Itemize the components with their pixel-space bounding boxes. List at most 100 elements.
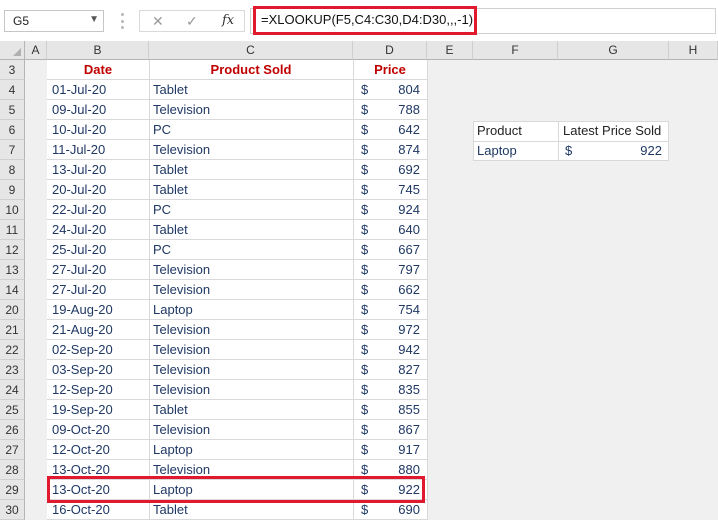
column-header-c[interactable]: C: [149, 41, 353, 60]
date-cell[interactable]: 27-Jul-20: [52, 260, 106, 280]
price-cell[interactable]: 667: [380, 240, 420, 260]
row-header-29[interactable]: 29: [0, 480, 25, 500]
row-header-22[interactable]: 22: [0, 340, 25, 360]
row-header-26[interactable]: 26: [0, 420, 25, 440]
date-cell[interactable]: 01-Jul-20: [52, 80, 106, 100]
row-header-10[interactable]: 10: [0, 200, 25, 220]
date-cell[interactable]: 02-Sep-20: [52, 340, 113, 360]
date-cell[interactable]: 24-Jul-20: [52, 220, 106, 240]
price-cell[interactable]: 804: [380, 80, 420, 100]
product-cell[interactable]: Tablet: [153, 500, 188, 520]
product-cell[interactable]: Television: [153, 360, 210, 380]
date-cell[interactable]: 20-Jul-20: [52, 180, 106, 200]
product-cell[interactable]: Television: [153, 380, 210, 400]
lookup-price-header[interactable]: Latest Price Sold: [563, 121, 661, 141]
row-header-21[interactable]: 21: [0, 320, 25, 340]
price-cell[interactable]: 662: [380, 280, 420, 300]
column-header-f[interactable]: F: [473, 41, 558, 60]
date-cell[interactable]: 12-Oct-20: [52, 440, 110, 460]
product-cell[interactable]: Laptop: [153, 440, 193, 460]
row-header-4[interactable]: 4: [0, 80, 25, 100]
price-cell[interactable]: 942: [380, 340, 420, 360]
product-cell[interactable]: Television: [153, 100, 210, 120]
date-cell[interactable]: 19-Sep-20: [52, 400, 113, 420]
product-cell[interactable]: Television: [153, 260, 210, 280]
select-all-corner[interactable]: [0, 41, 25, 60]
product-cell[interactable]: PC: [153, 120, 171, 140]
insert-function-icon[interactable]: fx: [222, 13, 234, 28]
row-header-11[interactable]: 11: [0, 220, 25, 240]
column-header-g[interactable]: G: [558, 41, 669, 60]
lookup-product-value[interactable]: Laptop: [477, 141, 517, 161]
row-header-3[interactable]: 3: [0, 60, 25, 80]
cancel-icon[interactable]: ✕: [152, 13, 164, 30]
row-header-5[interactable]: 5: [0, 100, 25, 120]
product-cell[interactable]: Tablet: [153, 400, 188, 420]
date-cell[interactable]: 21-Aug-20: [52, 320, 113, 340]
lookup-price-value[interactable]: 922: [600, 141, 662, 161]
row-header-28[interactable]: 28: [0, 460, 25, 480]
column-header-b[interactable]: B: [47, 41, 149, 60]
row-header-8[interactable]: 8: [0, 160, 25, 180]
product-cell[interactable]: Tablet: [153, 220, 188, 240]
date-cell[interactable]: 27-Jul-20: [52, 280, 106, 300]
row-header-7[interactable]: 7: [0, 140, 25, 160]
row-header-30[interactable]: 30: [0, 500, 25, 520]
row-header-24[interactable]: 24: [0, 380, 25, 400]
row-header-14[interactable]: 14: [0, 280, 25, 300]
product-cell[interactable]: Television: [153, 280, 210, 300]
date-cell[interactable]: 16-Oct-20: [52, 500, 110, 520]
row-header-27[interactable]: 27: [0, 440, 25, 460]
date-cell[interactable]: 22-Jul-20: [52, 200, 106, 220]
product-cell[interactable]: Tablet: [153, 160, 188, 180]
price-cell[interactable]: 642: [380, 120, 420, 140]
row-header-23[interactable]: 23: [0, 360, 25, 380]
row-header-13[interactable]: 13: [0, 260, 25, 280]
price-cell[interactable]: 640: [380, 220, 420, 240]
price-cell[interactable]: 692: [380, 160, 420, 180]
date-cell[interactable]: 03-Sep-20: [52, 360, 113, 380]
product-cell[interactable]: Television: [153, 320, 210, 340]
product-cell[interactable]: Tablet: [153, 80, 188, 100]
date-cell[interactable]: 12-Sep-20: [52, 380, 113, 400]
date-cell[interactable]: 10-Jul-20: [52, 120, 106, 140]
drag-handle-icon[interactable]: [121, 13, 124, 29]
price-cell[interactable]: 855: [380, 400, 420, 420]
price-cell[interactable]: 690: [380, 500, 420, 520]
price-cell[interactable]: 754: [380, 300, 420, 320]
date-cell[interactable]: 25-Jul-20: [52, 240, 106, 260]
row-header-12[interactable]: 12: [0, 240, 25, 260]
date-cell[interactable]: 09-Jul-20: [52, 100, 106, 120]
row-header-6[interactable]: 6: [0, 120, 25, 140]
column-header-a[interactable]: A: [25, 41, 47, 60]
date-cell[interactable]: 13-Jul-20: [52, 160, 106, 180]
price-cell[interactable]: 797: [380, 260, 420, 280]
price-cell[interactable]: 745: [380, 180, 420, 200]
price-cell[interactable]: 827: [380, 360, 420, 380]
price-cell[interactable]: 972: [380, 320, 420, 340]
date-cell[interactable]: 09-Oct-20: [52, 420, 110, 440]
lookup-product-header[interactable]: Product: [477, 121, 522, 141]
product-cell[interactable]: Television: [153, 420, 210, 440]
price-cell[interactable]: 788: [380, 100, 420, 120]
date-cell[interactable]: 11-Jul-20: [52, 140, 105, 160]
product-cell[interactable]: PC: [153, 200, 171, 220]
product-cell[interactable]: Laptop: [153, 300, 193, 320]
date-cell[interactable]: 19-Aug-20: [52, 300, 113, 320]
price-cell[interactable]: 874: [380, 140, 420, 160]
column-header-e[interactable]: E: [427, 41, 473, 60]
row-header-25[interactable]: 25: [0, 400, 25, 420]
product-cell[interactable]: Tablet: [153, 180, 188, 200]
product-cell[interactable]: Television: [153, 140, 210, 160]
enter-icon[interactable]: ✓: [186, 13, 198, 30]
column-header-d[interactable]: D: [353, 41, 427, 60]
row-header-20[interactable]: 20: [0, 300, 25, 320]
row-header-9[interactable]: 9: [0, 180, 25, 200]
price-cell[interactable]: 835: [380, 380, 420, 400]
price-cell[interactable]: 867: [380, 420, 420, 440]
chevron-down-icon[interactable]: ▼: [89, 14, 99, 25]
product-cell[interactable]: PC: [153, 240, 171, 260]
name-box[interactable]: G5 ▼: [4, 10, 104, 32]
product-cell[interactable]: Television: [153, 340, 210, 360]
column-header-h[interactable]: H: [669, 41, 718, 60]
